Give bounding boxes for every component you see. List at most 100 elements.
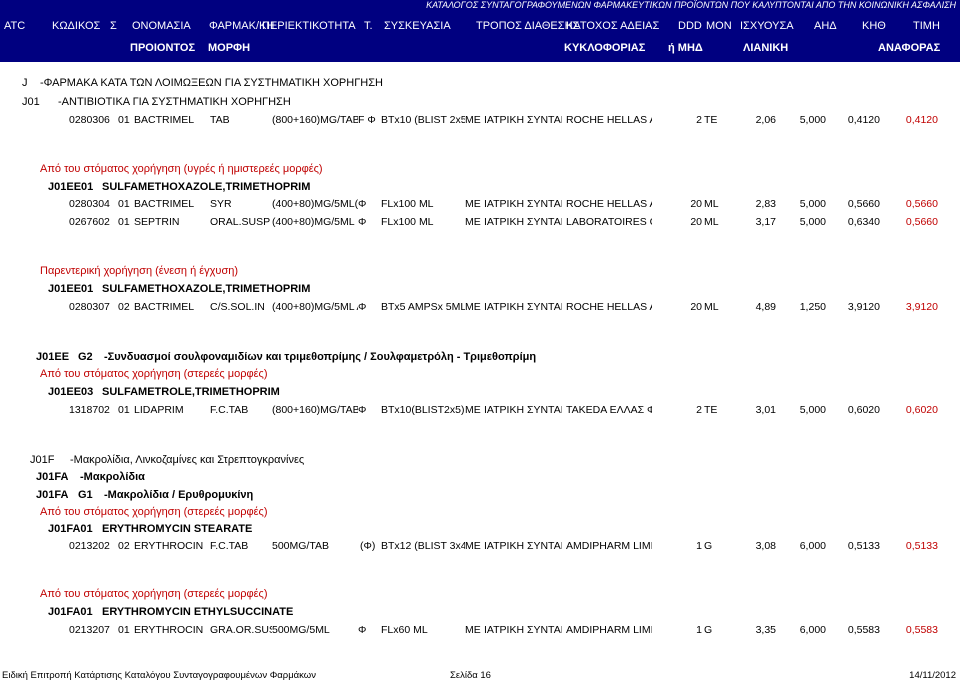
retail-price: 4,89 (755, 301, 776, 313)
pharm-form: F.C.TAB (210, 540, 249, 552)
s-code: 02 (118, 540, 130, 552)
route-subheading: Από του στόματος χορήγηση (στερεές μορφέ… (40, 368, 268, 380)
section-code: J01 (22, 96, 40, 108)
dispensing-route: ΙΑΤΡΙΚΗ ΣΥΝΤΑΓ (484, 540, 562, 552)
product-name: BACTRIMEL (134, 114, 195, 126)
license-holder: ROCHE HELLAS A. (566, 198, 652, 210)
product-name: LIDAPRIM (134, 404, 184, 416)
dispensing-route: ΙΑΤΡΙΚΗ ΣΥΝΤΑΓ (484, 301, 562, 313)
dispensing-route: ΙΑΤΡΙΚΗ ΣΥΝΤΑΓ (484, 216, 562, 228)
retail-price: 3,01 (755, 404, 776, 416)
section-code: J (22, 77, 28, 89)
header-strength: ΠΕΡΙΕΚΤΙΚΟΤΗΤΑ (262, 20, 356, 32)
strength: 500MG/TAB (272, 540, 329, 552)
ddd: 20 (690, 301, 702, 313)
header-reference: ΑΝΑΦΟΡΑΣ (878, 42, 941, 54)
ma-code: ME (465, 216, 481, 228)
pharm-form: C/S.SOL.IN (210, 301, 265, 313)
kth: 0,4120 (847, 114, 880, 126)
route-subheading: Από του στόματος χορήγηση (στερεές μορφέ… (40, 506, 268, 518)
footer-committee: Ειδική Επιτροπή Κατάρτισης Καταλόγου Συν… (2, 670, 316, 681)
license-holder: ROCHE HELLAS A. (566, 114, 652, 126)
ahd: 5,000 (799, 114, 826, 126)
group-title: -Μακρολίδια / Ερυθρομυκίνη (104, 489, 254, 501)
strength: (400+80)MG/5ML (272, 216, 355, 228)
unit: G (704, 624, 713, 636)
s-code: 01 (118, 404, 130, 416)
ahd: 5,000 (799, 198, 826, 210)
group-code: G1 (78, 489, 93, 501)
header-ddd: DDD (678, 20, 702, 32)
license-holder: ROCHE HELLAS A. (566, 301, 652, 313)
route-subheading: Από του στόματος χορήγηση (στερεές μορφέ… (40, 588, 268, 600)
atc-code: J01EE03 (48, 386, 94, 398)
package: BTx10 (BLIST 2x5) (381, 114, 465, 126)
ahd: 5,000 (799, 404, 826, 416)
header-t: Τ. (364, 20, 373, 32)
header-circulation: ΚΥΚΛΟΦΟΡΙΑΣ (564, 42, 646, 54)
strength: (400+80)MG/5ML AM (272, 301, 358, 313)
reference-price: 0,5583 (905, 624, 938, 636)
s-code: 02 (118, 301, 130, 313)
kth: 0,6020 (847, 404, 880, 416)
atc-code: J01FA01 (48, 606, 93, 618)
s-code: 01 (118, 198, 130, 210)
atc-substance: SULFAMETROLE,TRIMETHOPRIM (102, 386, 280, 398)
section-title: -ΦΑΡΜΑΚΑ ΚΑΤΑ ΤΩΝ ΛΟΙΜΩΞΕΩΝ ΓΙΑ ΣΥΣΤΗΜΑΤ… (40, 77, 383, 89)
ddd: 20 (690, 198, 702, 210)
product-code: 0280304 (69, 198, 110, 210)
atc-code: J01FA01 (48, 523, 93, 535)
atc-group-code: J01EE (36, 351, 70, 363)
license-holder: AMDIPHARM LIMIT (566, 624, 652, 636)
atc-substance: SULFAMETHOXAZOLE,TRIMETHOPRIM (102, 283, 311, 295)
atc-code: J01EE01 (48, 181, 94, 193)
retail-price: 3,35 (755, 624, 776, 636)
package: BTx12 (BLIST 3x4) (381, 540, 465, 552)
type: F Φ (358, 114, 376, 126)
pharm-form: TAB (210, 114, 230, 126)
dispensing-route: ΙΑΤΡΙΚΗ ΣΥΝΤΑΓ (484, 198, 562, 210)
ddd: 1 (696, 540, 702, 552)
dispensing-route: ΙΑΤΡΙΚΗ ΣΥΝΤΑΓ (484, 404, 562, 416)
header-price: ΙΣΧΥΟΥΣΑ (740, 20, 794, 32)
atc-group-code: J01FA (36, 489, 69, 501)
s-code: 01 (118, 624, 130, 636)
ahd: 1,250 (799, 301, 826, 313)
unit: TE (704, 114, 718, 126)
s-code: 01 (118, 114, 130, 126)
header-kth: ΚΗΘ (862, 20, 886, 32)
retail-price: 2,83 (755, 198, 776, 210)
group-title: -Μακρολίδια, Λινκοζαμίνες και Στρεπτογκρ… (70, 454, 305, 466)
reference-price: 0,5660 (905, 216, 938, 228)
type: (Φ) (360, 540, 376, 552)
header-mhd: ή ΜΗΔ (668, 42, 703, 54)
product-name: ERYTHROCIN (134, 540, 204, 552)
package: BTx10(BLIST2x5) (381, 404, 465, 416)
header-atc: ATC (4, 20, 26, 32)
strength: 500MG/5ML (272, 624, 330, 636)
product-code: 0267602 (69, 216, 110, 228)
dispensing-route: ΙΑΤΡΙΚΗ ΣΥΝΤΑΓ (484, 624, 562, 636)
license-holder: AMDIPHARM LIMIT (566, 540, 652, 552)
package: FLx100 ML (381, 216, 434, 228)
ma-code: ME (465, 198, 481, 210)
product-name: BACTRIMEL (134, 198, 195, 210)
table-header: ΚΑΤΑΛΟΓΟΣ ΣΥΝΤΑΓΟΓΡΑΦΟΥΜΕΝΩΝ ΦΑΡΜΑΚΕΥΤΙΚ… (0, 0, 960, 62)
ahd: 5,000 (799, 216, 826, 228)
product-code: 1318702 (69, 404, 110, 416)
ma-code: ME (465, 540, 481, 552)
pharm-form: ORAL.SUSP (210, 216, 271, 228)
unit: ML (704, 216, 719, 228)
header-s: Σ (110, 20, 117, 32)
catalog-title-note: ΚΑΤΑΛΟΓΟΣ ΣΥΝΤΑΓΟΓΡΑΦΟΥΜΕΝΩΝ ΦΑΡΜΑΚΕΥΤΙΚ… (426, 0, 956, 10)
package: BTx5 AMPSx 5ML (381, 301, 465, 313)
type: Φ (358, 624, 367, 636)
type: Φ (358, 301, 367, 313)
product-name: BACTRIMEL (134, 301, 195, 313)
reference-price: 0,6020 (905, 404, 938, 416)
kth: 3,9120 (847, 301, 880, 313)
retail-price: 3,17 (755, 216, 776, 228)
atc-group-code: J01FA (36, 471, 69, 483)
header-unit: ΜΟΝ (706, 20, 732, 32)
header-ahd: ΑΗΔ (814, 20, 837, 32)
